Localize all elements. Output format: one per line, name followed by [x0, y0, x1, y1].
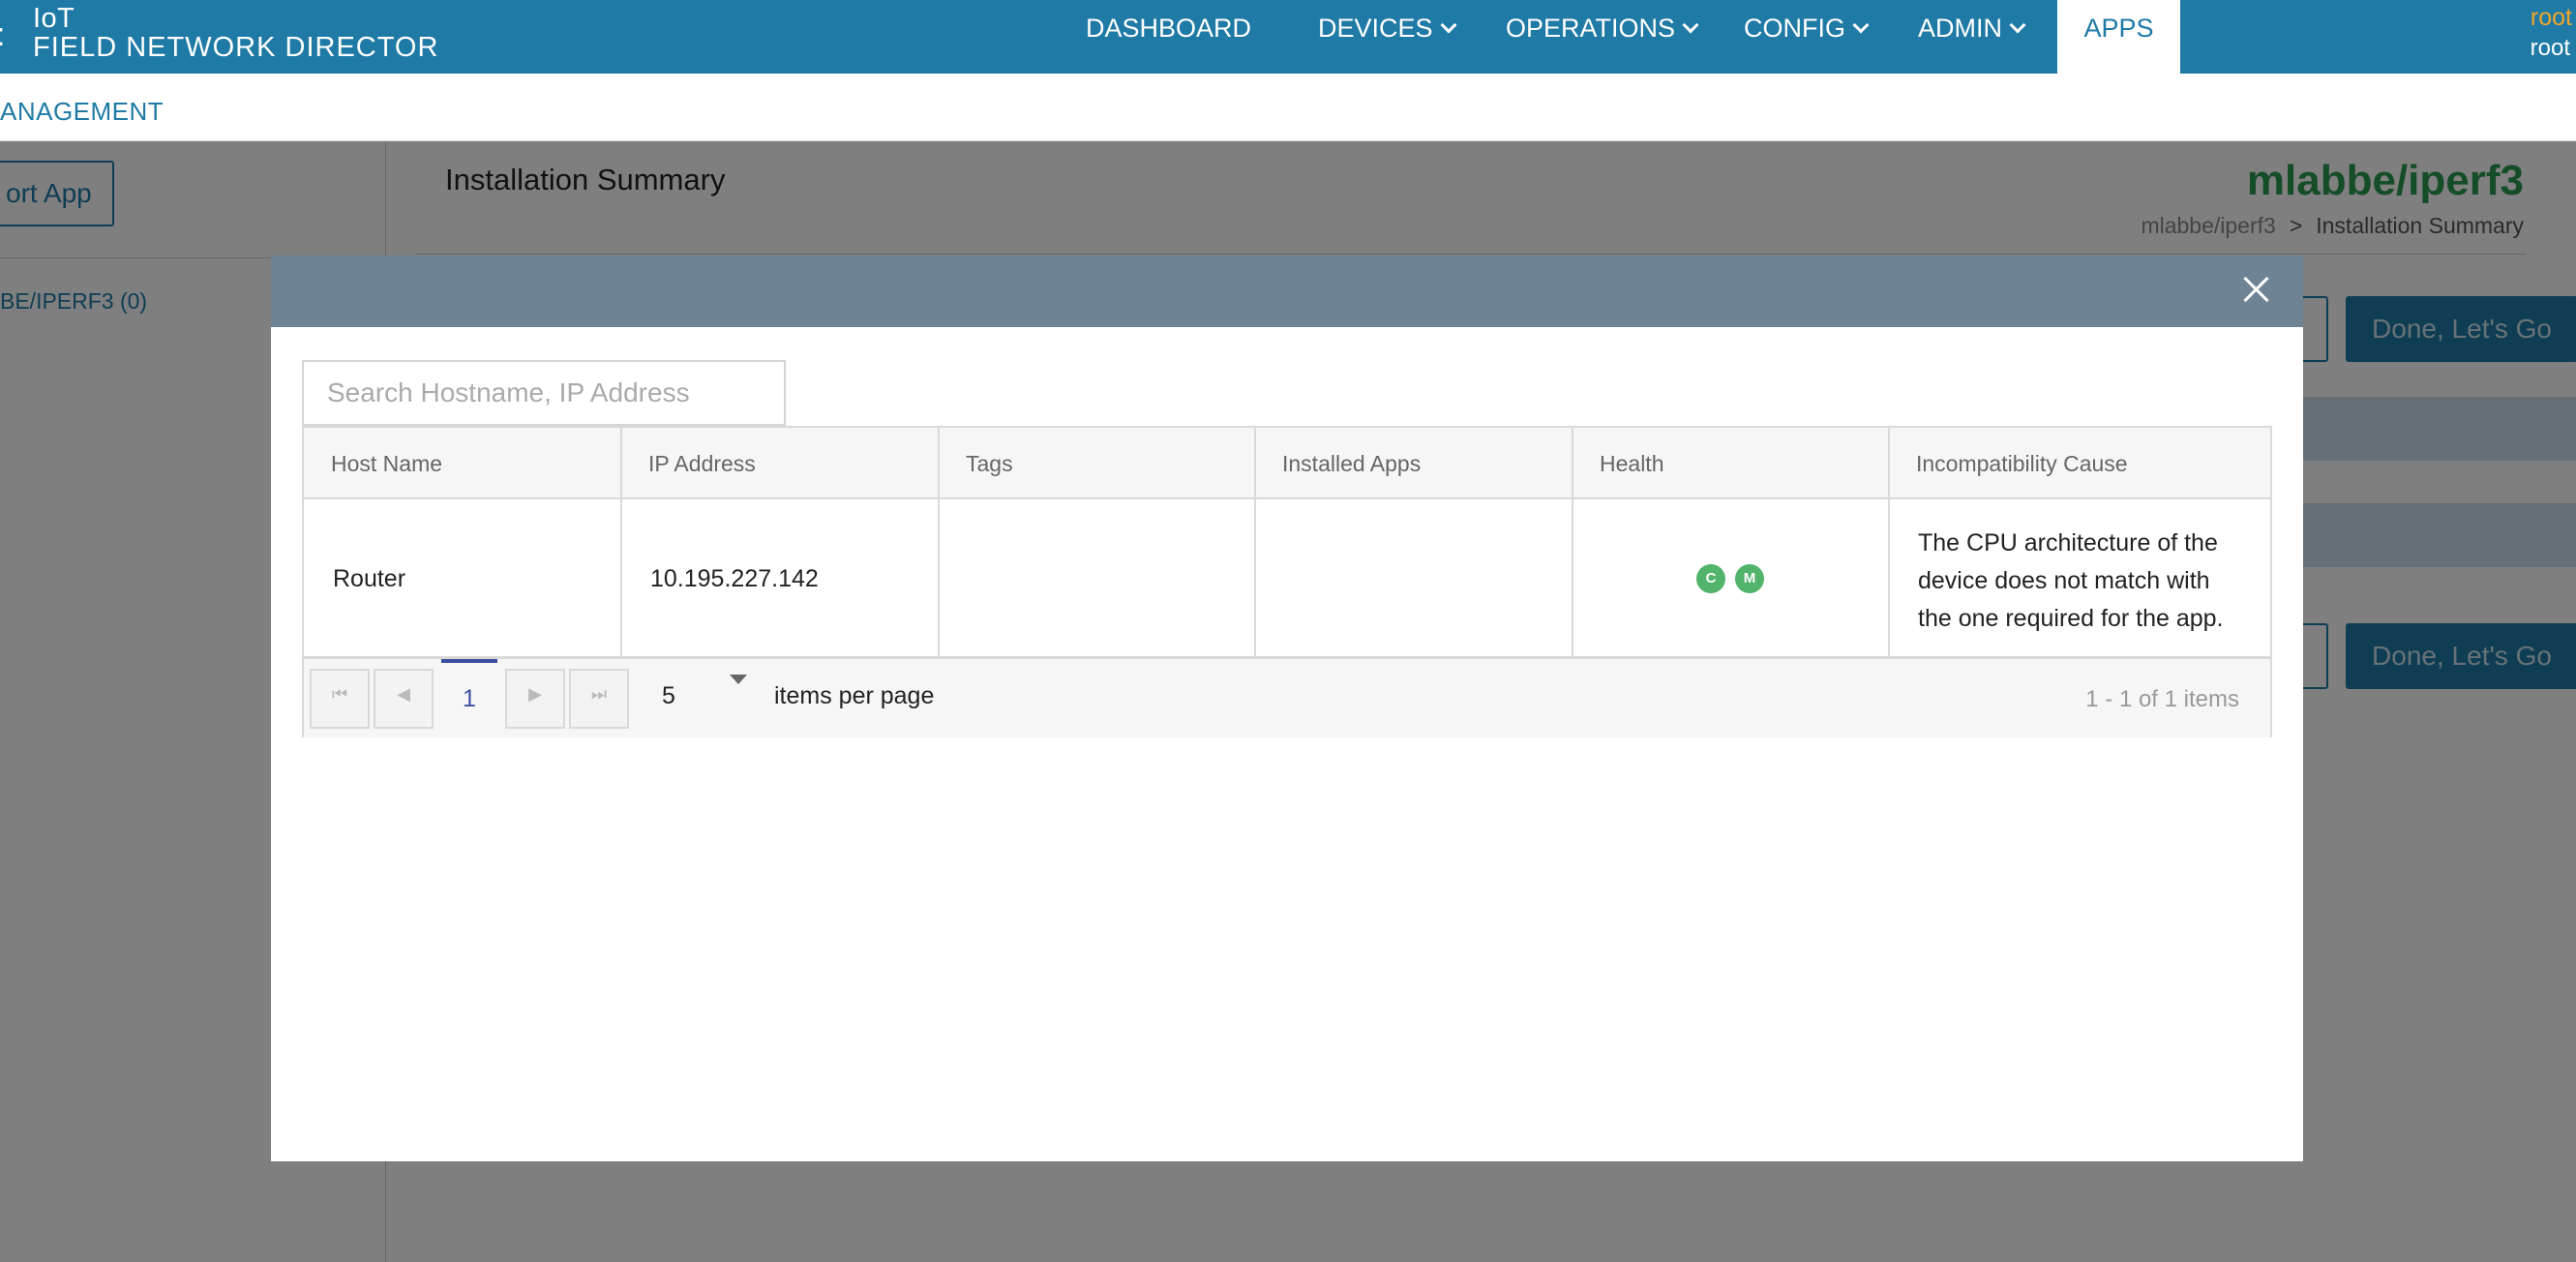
devices-modal: Host Name IP Address Tags Installed Apps…: [271, 255, 2303, 1161]
nav-config[interactable]: CONFIG: [1744, 0, 1870, 74]
col-header-label: Host Name: [331, 451, 443, 476]
nav-apps-label: APPS: [2083, 14, 2154, 43]
health-badge-c[interactable]: C: [1696, 564, 1725, 593]
nav-operations[interactable]: OPERATIONS: [1506, 0, 1699, 74]
prev-page-button[interactable]: ◀: [374, 669, 434, 729]
chevron-down-icon[interactable]: [730, 675, 747, 684]
col-header-incompatibility-cause[interactable]: Incompatibility Cause: [1889, 428, 2270, 499]
pager-info: 1 - 1 of 1 items: [2085, 686, 2239, 712]
chevron-down-icon: [1682, 16, 1699, 34]
nav-apps[interactable]: APPS: [2057, 0, 2180, 74]
nav-dashboard[interactable]: DASHBOARD: [1086, 0, 1251, 74]
nav-admin[interactable]: ADMIN: [1918, 0, 2026, 74]
search-input[interactable]: [302, 360, 786, 426]
last-page-icon: ⏭: [590, 684, 608, 704]
user-role[interactable]: root: [2531, 4, 2572, 32]
logo-icon: :: [0, 15, 8, 54]
subnav-management[interactable]: ANAGEMENT: [0, 97, 164, 127]
col-header-installed-apps[interactable]: Installed Apps: [1255, 428, 1573, 499]
cell-host-name: Router: [304, 499, 621, 656]
cell-incompatibility-cause: The CPU architecture of the device does …: [1889, 499, 2270, 656]
first-page-button[interactable]: ⏮: [310, 669, 370, 729]
brand-line-1: IoT: [33, 3, 75, 34]
nav-dashboard-label: DASHBOARD: [1086, 14, 1252, 43]
page-size-select[interactable]: 5: [662, 682, 675, 710]
nav-config-label: CONFIG: [1744, 14, 1845, 43]
col-header-host-name[interactable]: Host Name: [304, 428, 621, 499]
col-header-health[interactable]: Health: [1573, 428, 1889, 499]
col-header-label: IP Address: [648, 451, 756, 476]
pager: ⏮ ◀ 1 ▶ ⏭ 5 items per page 1 - 1 of 1 it…: [304, 656, 2270, 737]
nav-devices[interactable]: DEVICES: [1318, 0, 1457, 74]
device-table: Host Name IP Address Tags Installed Apps…: [302, 426, 2272, 737]
brand-line-2: FIELD NETWORK DIRECTOR: [33, 32, 439, 63]
nav-devices-label: DEVICES: [1318, 14, 1433, 43]
incompatibility-cause-value: The CPU architecture of the device does …: [1918, 529, 2224, 632]
next-page-icon: ▶: [528, 684, 542, 704]
col-header-label: Tags: [966, 451, 1013, 476]
col-header-label: Incompatibility Cause: [1916, 451, 2128, 476]
next-page-button[interactable]: ▶: [505, 669, 565, 729]
close-icon[interactable]: [2239, 273, 2272, 306]
modal-header: [271, 255, 2303, 327]
chevron-down-icon: [2009, 16, 2026, 34]
first-page-icon: ⏮: [331, 684, 348, 704]
current-page[interactable]: 1: [441, 659, 497, 736]
cell-installed-apps: [1255, 499, 1573, 656]
last-page-button[interactable]: ⏭: [569, 669, 629, 729]
nav-admin-label: ADMIN: [1918, 14, 2002, 43]
cell-tags: [939, 499, 1255, 656]
col-header-label: Health: [1600, 451, 1664, 476]
host-name-value: Router: [333, 565, 406, 592]
col-header-ip-address[interactable]: IP Address: [621, 428, 939, 499]
col-header-label: Installed Apps: [1282, 451, 1422, 476]
chevron-down-icon: [1852, 16, 1870, 34]
col-header-tags[interactable]: Tags: [939, 428, 1255, 499]
prev-page-icon: ◀: [397, 684, 410, 704]
cell-health: C M: [1573, 499, 1889, 656]
sub-nav: ANAGEMENT: [0, 74, 2576, 141]
page-size-label: items per page: [774, 682, 935, 709]
nav-operations-label: OPERATIONS: [1506, 14, 1676, 43]
user-name: root: [2530, 35, 2570, 61]
top-nav: : IoT FIELD NETWORK DIRECTOR DASHBOARD D…: [0, 0, 2576, 74]
ip-address-value: 10.195.227.142: [650, 565, 819, 592]
health-badge-m[interactable]: M: [1735, 564, 1764, 593]
chevron-down-icon: [1440, 16, 1457, 34]
cell-ip-address: 10.195.227.142: [621, 499, 939, 656]
